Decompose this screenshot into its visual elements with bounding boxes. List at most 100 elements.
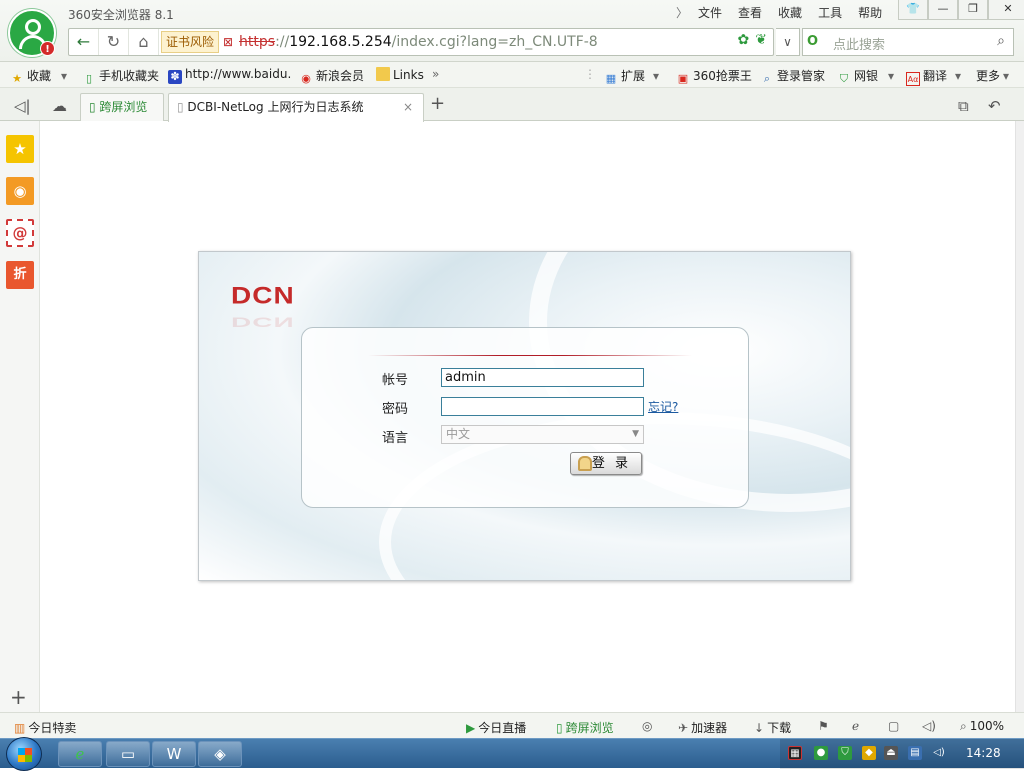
toolbar-extensions[interactable]: ▦ 扩展 ▾: [604, 67, 659, 85]
window-icon[interactable]: ▢: [888, 719, 899, 733]
taskbar-app-icon[interactable]: ◈: [198, 741, 242, 767]
vertical-scrollbar[interactable]: [1015, 121, 1024, 712]
login-button[interactable]: 登 录: [570, 452, 642, 475]
toolbar-more[interactable]: 更多 ▾: [976, 67, 1009, 83]
extension-icon: ▦: [605, 72, 617, 85]
download-button[interactable]: ↓ 下载: [754, 719, 791, 736]
360-browser-logo-icon[interactable]: !: [8, 9, 56, 57]
toolbar-ticket[interactable]: ▣ 360抢票王: [676, 67, 752, 85]
live-broadcast[interactable]: ▶ 今日直播: [466, 719, 526, 736]
menu-favorites[interactable]: 收藏: [778, 4, 802, 21]
tab-close-icon[interactable]: ×: [403, 94, 413, 120]
toolbar-grip-icon: ⋮: [584, 67, 596, 81]
undo-close-icon[interactable]: ↶: [988, 97, 1001, 115]
menu-tools[interactable]: 工具: [818, 4, 842, 21]
search-placeholder: 点此搜索: [833, 38, 886, 53]
speed-mode-icon[interactable]: ✿: [738, 32, 750, 48]
address-dropdown-button[interactable]: ∨: [776, 28, 800, 56]
menu-view[interactable]: 查看: [738, 4, 762, 21]
zoom-control[interactable]: ⌕ 100%: [960, 719, 1004, 734]
phone-icon: ▯: [89, 100, 100, 114]
chevron-down-icon[interactable]: ▾: [653, 69, 659, 83]
restore-button[interactable]: ❐: [958, 0, 988, 20]
bookmarks-overflow-button[interactable]: »: [432, 67, 439, 83]
add-sidebar-icon[interactable]: +: [10, 687, 27, 707]
search-icon[interactable]: ⌕: [997, 33, 1005, 49]
tray-360-icon[interactable]: ●: [814, 746, 828, 760]
status-label: 今日直播: [478, 721, 527, 735]
menu-chevron-icon[interactable]: 〉: [676, 4, 688, 21]
bookmark-baidu[interactable]: ✽ http://www.baidu.: [168, 67, 291, 84]
bookmark-sina-vip[interactable]: ◉ 新浪会员: [299, 67, 364, 85]
account-input[interactable]: admin: [441, 368, 644, 387]
ie-icon[interactable]: ℯ: [852, 719, 859, 733]
split-view-button[interactable]: ▯ 跨屏浏览: [556, 719, 614, 736]
speaker-icon[interactable]: ◁): [922, 719, 936, 733]
star-icon[interactable]: ★: [6, 135, 34, 163]
search-icon: ⌕: [960, 719, 967, 733]
toolbar-online-banking[interactable]: ⛉ 网银 ▾: [837, 67, 894, 85]
toolbar-translate[interactable]: Aα 翻译 ▾: [906, 67, 961, 86]
tray-volume-icon[interactable]: ◁): [932, 746, 946, 760]
restore-tabs-icon[interactable]: ⧉: [958, 97, 969, 115]
skin-button[interactable]: 👕: [898, 0, 928, 20]
app-title: 360安全浏览器 8.1: [68, 8, 174, 22]
rocket-icon: ✈: [678, 721, 689, 735]
toolbar-login-manager[interactable]: ⌕ 登录管家: [760, 67, 825, 85]
new-tab-button[interactable]: +: [430, 93, 445, 114]
url-field[interactable]: https://192.168.5.254/index.cgi?lang=zh_…: [239, 34, 598, 50]
refresh-button[interactable]: ↻: [99, 29, 129, 55]
daily-deals[interactable]: ▥ 今日特卖: [14, 719, 76, 736]
bookmark-favorites[interactable]: ★ 收藏 ▾: [10, 67, 67, 85]
bookmark-mobile-favorites[interactable]: ▯ 手机收藏夹: [82, 67, 160, 85]
tray-network-icon[interactable]: ▤: [908, 746, 922, 760]
toolbar-label: 翻译: [923, 69, 948, 83]
close-button[interactable]: ✕: [988, 0, 1024, 20]
url-path: /index.cgi?lang=zh_CN.UTF-8: [391, 34, 598, 50]
tab-list-icon[interactable]: ◁|: [14, 97, 31, 115]
folder-icon: [376, 67, 390, 81]
accelerator-button[interactable]: ✈ 加速器: [678, 719, 727, 736]
search-engine-icon[interactable]: O: [807, 34, 818, 49]
menu-file[interactable]: 文件: [698, 4, 722, 21]
cloud-icon[interactable]: ☁: [52, 97, 67, 115]
language-select[interactable]: 中文 ▼: [441, 425, 644, 444]
compat-mode-icon[interactable]: ❦: [755, 32, 767, 48]
search-box[interactable]: O 点此搜索 ⌕: [802, 28, 1014, 56]
url-scheme: https: [239, 34, 276, 50]
taskbar-word-icon[interactable]: W: [152, 741, 196, 767]
start-button[interactable]: [6, 737, 42, 771]
tab-dcbi-netlog[interactable]: ▯ DCBI-NetLog 上网行为日志系统 ×: [168, 93, 424, 122]
tray-app-icon[interactable]: ▦: [788, 746, 802, 760]
user-head-shape: [25, 19, 41, 35]
taskbar-clock[interactable]: 14:28: [966, 746, 1001, 760]
password-label: 密码: [382, 402, 409, 417]
weibo-icon[interactable]: ◉: [6, 177, 34, 205]
back-button[interactable]: ←: [69, 29, 99, 55]
mail-icon[interactable]: @: [6, 219, 34, 247]
menu-help[interactable]: 帮助: [858, 4, 882, 21]
tab-split-view[interactable]: ▯ 跨屏浏览: [80, 93, 164, 121]
minimize-button[interactable]: —: [928, 0, 958, 20]
taskbar-ie-icon[interactable]: ℯ: [58, 741, 102, 767]
dcn-logo: DCN: [231, 282, 295, 309]
broken-lock-icon[interactable]: ⊠: [219, 35, 237, 49]
tray-shield-icon[interactable]: ⛉: [838, 746, 852, 760]
tray-usb-icon[interactable]: ⏏: [884, 746, 898, 760]
toolbar-label: 360抢票王: [693, 69, 752, 83]
accelerator-toggle-icon[interactable]: ◎: [642, 719, 652, 733]
certificate-warning-badge[interactable]: 证书风险: [161, 31, 220, 53]
home-button[interactable]: ⌂: [129, 29, 159, 55]
password-input[interactable]: [441, 397, 644, 416]
bookmark-label: 手机收藏夹: [99, 69, 160, 83]
forgot-password-link[interactable]: 忘记?: [648, 398, 678, 415]
chevron-down-icon[interactable]: ▾: [61, 69, 67, 83]
bookmark-links[interactable]: Links: [376, 67, 424, 83]
chevron-down-icon: ▼: [632, 429, 639, 439]
chevron-down-icon[interactable]: ▾: [888, 69, 894, 83]
chevron-down-icon[interactable]: ▾: [955, 69, 961, 83]
discount-icon[interactable]: 折: [6, 261, 34, 289]
taskbar-explorer-icon[interactable]: ▭: [106, 741, 150, 767]
flag-icon[interactable]: ⚑: [818, 719, 829, 733]
tray-update-icon[interactable]: ◆: [862, 746, 876, 760]
